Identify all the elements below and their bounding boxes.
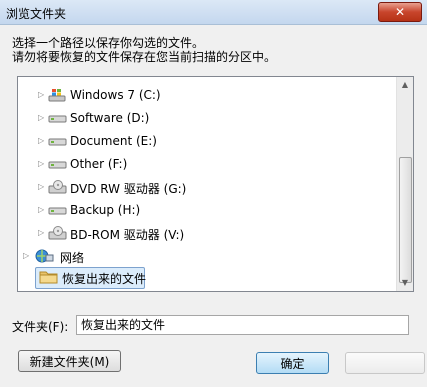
folder-name-input[interactable]: [76, 315, 409, 335]
tree-item-label: 恢复出来的文件: [62, 272, 147, 286]
dvd-drive-icon: [48, 180, 67, 194]
browse-folder-dialog: 浏览文件夹 ✕ 选择一个路径以保存你勾选的文件。 请勿将要恢复的文件保存在您当前…: [0, 0, 427, 387]
instruction-line-2: 请勿将要恢复的文件保存在您当前扫描的分区中。: [12, 50, 277, 64]
scroll-down-icon[interactable]: ▼: [397, 275, 413, 291]
close-button[interactable]: ✕: [378, 2, 422, 22]
drive-icon: [48, 138, 67, 146]
tree-item-network[interactable]: ▷ 网络: [18, 246, 396, 266]
drive-icon: [48, 207, 67, 215]
tree-item-d-drive[interactable]: ▷ Software (D:): [18, 108, 396, 128]
drive-icon: [48, 161, 67, 169]
tree-item-label: 网络: [60, 251, 85, 265]
tree-item-h-drive[interactable]: ▷ Backup (H:): [18, 200, 396, 220]
tree-item-f-drive[interactable]: ▷ Other (F:): [18, 154, 396, 174]
expand-arrow-icon[interactable]: ▷: [38, 135, 48, 147]
dvd-drive-icon: [48, 226, 67, 240]
vertical-scrollbar[interactable]: ▲ ▼: [396, 77, 413, 291]
drive-icon: [48, 115, 67, 123]
tree-item-g-drive[interactable]: ▷ DVD RW 驱动器 (G:): [18, 177, 396, 197]
tree-item-recovered-folder[interactable]: 恢复出来的文件: [35, 267, 147, 289]
expand-arrow-icon[interactable]: ▷: [38, 181, 48, 193]
folder-tree[interactable]: ▷ Windows 7 (C:) ▷ Software (D:) ▷ Docum…: [17, 76, 414, 292]
tree-item-label: Document (E:): [70, 134, 157, 148]
tree-item-label: BD-ROM 驱动器 (V:): [70, 228, 185, 242]
scrollbar-thumb[interactable]: [399, 157, 412, 283]
dialog-title: 浏览文件夹: [6, 7, 67, 21]
expand-arrow-icon[interactable]: ▷: [38, 158, 48, 170]
tree-item-label: Other (F:): [70, 157, 128, 171]
instructions: 选择一个路径以保存你勾选的文件。 请勿将要恢复的文件保存在您当前扫描的分区中。: [12, 36, 276, 64]
title-bar: 浏览文件夹 ✕: [0, 0, 427, 25]
expand-arrow-icon[interactable]: ▷: [38, 112, 48, 124]
cancel-button[interactable]: [345, 352, 425, 374]
new-folder-button[interactable]: 新建文件夹(M): [18, 350, 121, 372]
expand-arrow-icon[interactable]: ▷: [38, 89, 48, 101]
tree-item-label: Software (D:): [70, 111, 150, 125]
expand-arrow-icon[interactable]: ▷: [38, 204, 48, 216]
expand-arrow-icon[interactable]: ▷: [23, 250, 33, 262]
tree-item-label: Backup (H:): [70, 203, 141, 217]
folder-field-label: 文件夹(F):: [12, 320, 69, 334]
folder-icon: [39, 271, 58, 284]
scroll-up-icon[interactable]: ▲: [397, 77, 413, 93]
tree-item-v-drive[interactable]: ▷ BD-ROM 驱动器 (V:): [18, 223, 396, 243]
ok-button[interactable]: 确定: [256, 352, 329, 374]
tree-item-label: Windows 7 (C:): [70, 88, 161, 102]
instruction-line-1: 选择一个路径以保存你勾选的文件。: [12, 36, 205, 50]
tree-item-c-drive[interactable]: ▷ Windows 7 (C:): [18, 85, 396, 105]
tree-item-e-drive[interactable]: ▷ Document (E:): [18, 131, 396, 151]
expand-arrow-icon[interactable]: ▷: [38, 227, 48, 239]
network-icon: [35, 249, 54, 263]
windows-drive-icon: [48, 89, 66, 102]
tree-item-label: DVD RW 驱动器 (G:): [70, 182, 187, 196]
